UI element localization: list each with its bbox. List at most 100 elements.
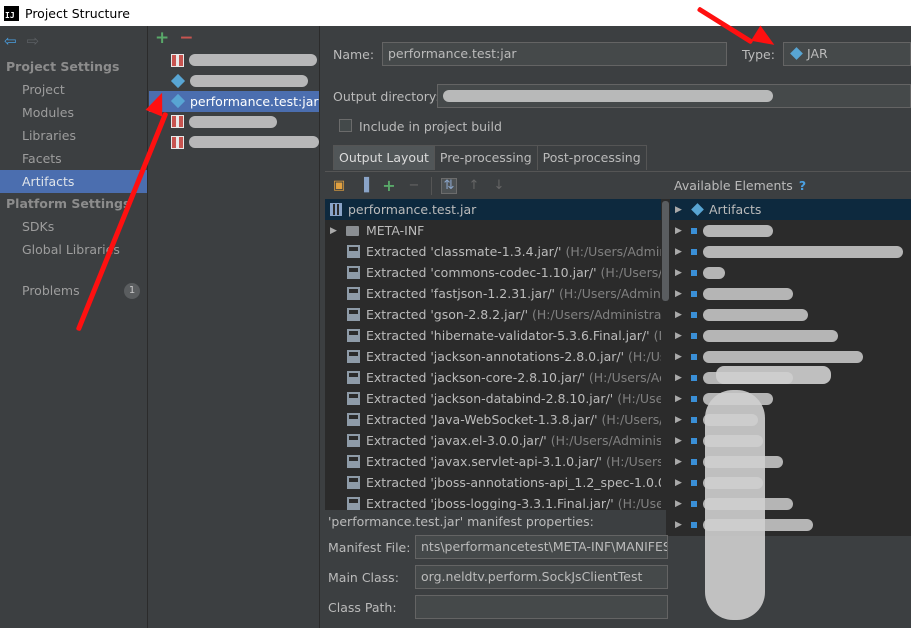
available-row[interactable]: ▶ <box>670 283 911 304</box>
type-select[interactable]: JAR <box>783 42 911 66</box>
tree-row-extracted-jar[interactable]: Extracted 'jboss-annotations-api_1.2_spe… <box>325 472 661 493</box>
expand-arrow-icon[interactable]: ▶ <box>675 499 687 509</box>
available-row[interactable]: ▶ <box>670 325 911 346</box>
expand-arrow-icon[interactable]: ▶ <box>675 394 687 404</box>
expand-arrow-icon[interactable]: ▶ <box>330 226 342 236</box>
tree-row-extracted-jar[interactable]: Extracted 'jackson-databind-2.8.10.jar/'… <box>325 388 661 409</box>
class-path-field[interactable] <box>415 595 668 619</box>
artifact-gift-icon <box>171 53 184 67</box>
nav-item-global-libraries[interactable]: Global Libraries <box>0 238 147 261</box>
tree-entry-path: (H:/Users/Admi <box>605 454 661 469</box>
available-row[interactable]: ▶ <box>670 262 911 283</box>
tree-folder-label: META-INF <box>366 223 425 238</box>
tree-row-extracted-jar[interactable]: Extracted 'commons-codec-1.10.jar/' (H:/U… <box>325 262 661 283</box>
available-row[interactable]: ▶ <box>670 241 911 262</box>
artifact-row[interactable] <box>149 50 319 71</box>
tree-entry-name: Extracted 'gson-2.8.2.jar/' <box>366 307 529 322</box>
artifact-row[interactable] <box>149 132 319 153</box>
nav-item-libraries[interactable]: Libraries <box>0 124 147 147</box>
expand-arrow-icon[interactable]: ▶ <box>675 247 687 257</box>
tab-pre-processing[interactable]: Pre-processing <box>433 145 538 170</box>
expand-arrow-icon[interactable]: ▶ <box>675 310 687 320</box>
tree-row-extracted-jar[interactable]: Extracted 'jackson-core-2.8.10.jar/' (H:/… <box>325 367 661 388</box>
tree-row-extracted-jar[interactable]: Extracted 'gson-2.8.2.jar/' (H:/Users/Adm… <box>325 304 661 325</box>
library-icon <box>691 227 697 234</box>
expand-arrow-icon[interactable]: ▶ <box>675 520 687 530</box>
jar-diamond-icon <box>790 47 803 60</box>
nav-item-problems[interactable]: Problems 1 <box>0 280 148 302</box>
tree-row-extracted-jar[interactable]: Extracted 'javax.servlet-api-3.1.0.jar/'… <box>325 451 661 472</box>
artifact-row-selected[interactable]: performance.test:jar <box>149 91 319 112</box>
expand-arrow-icon[interactable]: ▶ <box>675 331 687 341</box>
tree-row-meta-inf[interactable]: ▶ META-INF <box>325 220 661 241</box>
tree-vertical-scrollbar[interactable] <box>661 199 670 527</box>
type-value: JAR <box>807 46 828 61</box>
library-icon <box>691 269 697 276</box>
remove-element-icon[interactable]: − <box>406 178 422 194</box>
back-arrow-icon[interactable]: ⇦ <box>4 33 17 49</box>
problems-count-badge: 1 <box>124 283 140 299</box>
tree-row-extracted-jar[interactable]: Extracted 'javax.el-3.0.0.jar/' (H:/Users… <box>325 430 661 451</box>
tree-root-jar[interactable]: performance.test.jar <box>325 199 661 220</box>
tree-entry-path: (H:/Users/Ac <box>617 496 661 511</box>
available-row[interactable]: ▶ <box>670 346 911 367</box>
name-field[interactable]: performance.test:jar <box>382 42 727 66</box>
redacted-text <box>703 287 793 300</box>
nav-group-project-settings: Project Settings <box>6 59 120 74</box>
tab-post-processing[interactable]: Post-processing <box>536 145 647 170</box>
manifest-file-field[interactable]: nts\performancetest\META-INF\MANIFEST <box>415 535 668 559</box>
tree-entry-name: Extracted 'Java-WebSocket-1.3.8.jar/' <box>366 412 598 427</box>
move-down-icon[interactable]: ↓ <box>491 178 507 194</box>
redacted-text <box>703 350 863 363</box>
new-directory-icon[interactable]: ▣ <box>331 178 347 194</box>
forward-arrow-icon[interactable]: ⇨ <box>27 33 40 49</box>
available-row[interactable]: ▶ <box>670 304 911 325</box>
expand-arrow-icon[interactable]: ▶ <box>675 478 687 488</box>
expand-arrow-icon[interactable]: ▶ <box>675 373 687 383</box>
nav-item-facets[interactable]: Facets <box>0 147 147 170</box>
tree-row-extracted-jar[interactable]: Extracted 'hibernate-validator-5.3.6.Fin… <box>325 325 661 346</box>
expand-arrow-icon[interactable]: ▶ <box>675 415 687 425</box>
tab-output-layout[interactable]: Output Layout <box>333 145 435 170</box>
scrollbar-thumb[interactable] <box>662 201 669 301</box>
expand-arrow-icon[interactable]: ▶ <box>675 436 687 446</box>
artifacts-list-panel: + − performance.test:jar <box>149 26 320 628</box>
available-row[interactable]: ▶ <box>670 388 911 409</box>
artifact-row[interactable] <box>149 71 319 92</box>
nav-item-project[interactable]: Project <box>0 78 147 101</box>
tree-row-extracted-jar[interactable]: Extracted 'fastjson-1.2.31.jar/' (H:/User… <box>325 283 661 304</box>
nav-item-modules[interactable]: Modules <box>0 101 147 124</box>
expand-arrow-icon[interactable]: ▶ <box>675 289 687 299</box>
include-in-build-checkbox[interactable] <box>339 119 352 132</box>
tree-row-extracted-jar[interactable]: Extracted 'jackson-annotations-2.8.0.jar… <box>325 346 661 367</box>
expand-arrow-icon[interactable]: ▶ <box>675 457 687 467</box>
expand-arrow-icon[interactable]: ▶ <box>675 205 687 215</box>
expand-arrow-icon[interactable]: ▶ <box>675 226 687 236</box>
artifact-row[interactable] <box>149 112 319 133</box>
archive-icon[interactable]: ▐ <box>356 178 372 194</box>
main-class-field[interactable]: org.neldtv.perform.SockJsClientTest <box>415 565 668 589</box>
expand-arrow-icon[interactable]: ▶ <box>675 268 687 278</box>
tree-entry-path: (H:/Users/Admi <box>600 265 661 280</box>
add-element-icon[interactable]: + <box>381 177 397 194</box>
move-up-icon[interactable]: ↑ <box>466 178 482 194</box>
extracted-archive-icon <box>347 329 360 342</box>
library-icon <box>691 290 697 297</box>
tree-row-extracted-jar[interactable]: Extracted 'classmate-1.3.4.jar/' (H:/User… <box>325 241 661 262</box>
title-bar: IJ Project Structure <box>0 0 911 26</box>
remove-artifact-minus-icon[interactable]: − <box>179 29 193 47</box>
sort-elements-icon[interactable]: ⇅ <box>441 177 457 194</box>
redaction-scribble <box>705 390 765 620</box>
nav-item-artifacts[interactable]: Artifacts <box>0 170 147 193</box>
tree-row-extracted-jar[interactable]: Extracted 'Java-WebSocket-1.3.8.jar/' (H:… <box>325 409 661 430</box>
tree-entry-name: Extracted 'jackson-databind-2.8.10.jar/' <box>366 391 614 406</box>
artifact-gift-icon <box>171 135 184 149</box>
tree-entry-path: (H:/Users/Ad <box>617 391 661 406</box>
available-elements-header: Available Elements? <box>670 172 911 199</box>
available-row-artifacts[interactable]: ▶ Artifacts <box>670 199 911 220</box>
available-row[interactable]: ▶ <box>670 220 911 241</box>
help-icon[interactable]: ? <box>799 178 806 193</box>
add-artifact-plus-icon[interactable]: + <box>155 29 169 47</box>
expand-arrow-icon[interactable]: ▶ <box>675 352 687 362</box>
output-directory-field[interactable] <box>437 84 911 108</box>
